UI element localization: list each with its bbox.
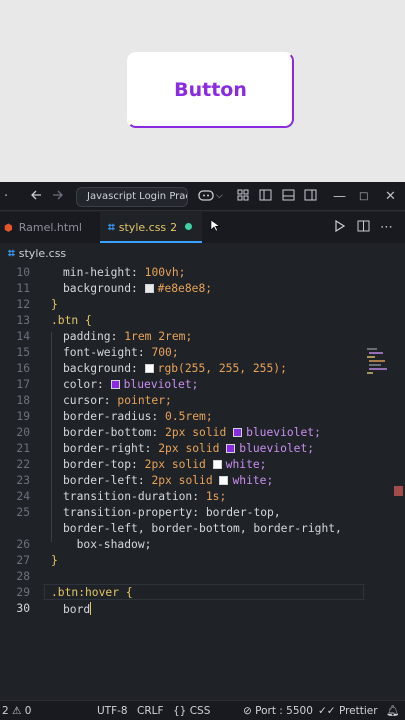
editor-tab-bar: ⬢ Ramel.html ⌗ style.css 2 ⋯ [0, 212, 405, 243]
code-line: transition-property: border-top, [63, 506, 281, 519]
breadcrumb-file: style.css [18, 247, 67, 260]
color-swatch[interactable] [110, 380, 120, 389]
line-number: 16 [16, 362, 30, 375]
tab-ramel-html[interactable]: ⬢ Ramel.html [0, 212, 100, 243]
toggle-secondary-sidebar-icon[interactable] [304, 182, 317, 211]
back-arrow-icon[interactable] [30, 182, 42, 211]
run-icon[interactable] [334, 213, 346, 242]
layout-customize-icon[interactable] [237, 182, 249, 211]
forward-arrow-icon[interactable] [52, 182, 64, 211]
color-swatch[interactable] [219, 476, 229, 485]
css-file-icon: ⌗ [108, 220, 115, 234]
css-file-icon: ⌗ [8, 246, 15, 260]
line-number: 23 [16, 474, 30, 487]
command-center-search[interactable]: Javascript Login Practice [76, 187, 188, 207]
more-actions-icon[interactable]: ⋯ [380, 213, 393, 242]
live-server-port[interactable]: ⊘ Port : 5500 [243, 701, 313, 720]
line-number: 22 [16, 458, 30, 471]
code-line: border-radius: 0.5rem; [63, 410, 213, 423]
maximize-icon[interactable]: □ [359, 182, 368, 211]
color-swatch[interactable] [212, 460, 222, 469]
toggle-primary-sidebar-icon[interactable] [259, 182, 272, 211]
minimap[interactable] [365, 346, 391, 376]
code-line: box-shadow; [63, 538, 152, 551]
line-number: 15 [16, 346, 30, 359]
code-line: min-height: 100vh; [63, 266, 186, 279]
chevron-down-icon[interactable]: ⌵ [216, 182, 223, 211]
line-number: 21 [16, 442, 30, 455]
line-number: 18 [16, 394, 30, 407]
code-line: bord [63, 602, 92, 616]
text-caret [90, 602, 92, 615]
code-line: background: #e8e8e8; [63, 282, 213, 295]
code-line: border-top: 2px solid white; [63, 458, 267, 471]
close-icon[interactable]: ✕ [385, 182, 396, 211]
language-status[interactable]: {} CSS [173, 701, 210, 720]
code-line: cursor: pointer; [63, 394, 172, 407]
line-number: 29 [16, 586, 30, 599]
eol-status[interactable]: CRLF [137, 701, 164, 720]
code-line-wrap: border-left, border-bottom, border-right… [63, 522, 342, 535]
minimize-icon[interactable]: — [333, 182, 346, 211]
code-area[interactable]: 10 min-height: 100vh; 11 background: #e8… [0, 264, 405, 694]
toggle-panel-icon[interactable] [282, 182, 295, 211]
braces-icon: {} [173, 705, 187, 717]
code-line: border-right: 2px solid blueviolet; [63, 442, 315, 455]
code-line: padding: 1rem 2rem; [63, 330, 193, 343]
line-number: 10 [16, 266, 30, 279]
line-number: 26 [16, 538, 30, 551]
line-number: 19 [16, 410, 30, 423]
code-editor-window: · Javascript Login Practice ⌵ — □ ✕ ⬢Ram [0, 182, 405, 720]
color-swatch[interactable] [144, 284, 154, 293]
breadcrumb[interactable]: ⌗ style.css [0, 243, 405, 263]
line-number: 17 [16, 378, 30, 391]
color-swatch[interactable] [226, 444, 236, 453]
double-check-icon: ✓✓ [318, 705, 336, 717]
line-number: 30 [16, 602, 30, 615]
unsaved-dot-icon[interactable] [185, 223, 193, 230]
encoding-status[interactable]: UTF-8 [97, 701, 128, 720]
code-line: border-left: 2px solid white; [63, 474, 274, 487]
code-line: } [51, 298, 58, 311]
code-line: color: blueviolet; [63, 378, 199, 391]
scrollbar-marker[interactable] [394, 486, 403, 496]
tab-problem-count: 2 [170, 221, 178, 234]
line-number: 12 [16, 298, 30, 311]
code-line: border-bottom: 2px solid blueviolet; [63, 426, 321, 439]
warning-icon: ⚠ [12, 705, 22, 717]
color-swatch[interactable] [233, 428, 243, 437]
tab-label: style.css [118, 221, 167, 234]
menu-edge-icon[interactable]: · [4, 182, 8, 211]
code-line: transition-duration: 1s; [63, 490, 227, 503]
line-number: 28 [16, 570, 30, 583]
tab-label: Ramel.html [18, 221, 82, 234]
title-bar: · Javascript Login Practice ⌵ — □ ✕ [0, 182, 405, 211]
line-number: 11 [16, 282, 30, 295]
html-file-icon: ⬢ [4, 223, 13, 234]
copilot-icon[interactable] [198, 182, 214, 211]
code-line: .btn { [51, 314, 92, 327]
status-bar: 2 ⚠ 0 UTF-8 CRLF {} CSS ⊘ Port : 5500 ✓✓… [0, 700, 405, 720]
prettier-status[interactable]: ✓✓ Prettier [318, 701, 378, 720]
demo-button[interactable]: Button [127, 52, 294, 128]
problems-indicator[interactable]: 2 ⚠ 0 [2, 701, 31, 720]
code-line: background: rgb(255, 255, 255); [63, 362, 287, 375]
code-line: font-weight: 700; [63, 346, 179, 359]
notifications-bell-icon[interactable]: 🔔︎ [386, 701, 399, 720]
line-number: 20 [16, 426, 30, 439]
split-editor-icon[interactable] [357, 213, 370, 242]
code-line: .btn:hover { [51, 586, 133, 599]
line-number: 14 [16, 330, 30, 343]
line-number: 24 [16, 490, 30, 503]
line-number: 13 [16, 314, 30, 327]
code-line: } [51, 554, 58, 567]
no-entry-icon: ⊘ [243, 705, 252, 717]
live-preview: Button [0, 0, 405, 182]
color-swatch[interactable] [144, 364, 154, 373]
tab-style-css[interactable]: ⌗ style.css 2 [100, 212, 202, 243]
line-number: 27 [16, 554, 30, 567]
indent-guide [51, 332, 52, 542]
mouse-cursor-icon [210, 214, 221, 243]
line-number: 25 [16, 506, 30, 519]
